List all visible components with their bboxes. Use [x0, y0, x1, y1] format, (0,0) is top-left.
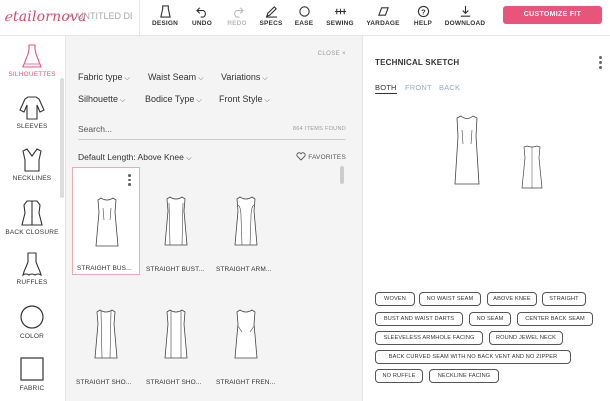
- chevron-down-icon: ⌵: [264, 97, 270, 104]
- pencil-icon: [258, 3, 284, 20]
- divider: [139, 0, 140, 36]
- dress-thumbnail: [234, 309, 258, 359]
- dress-thumbnail: [164, 309, 188, 359]
- silhouette-card[interactable]: STRAIGHT BUS...: [72, 167, 140, 275]
- dress-thumbnail: [234, 196, 258, 246]
- dress-thumbnail: [95, 197, 119, 247]
- help-icon: ?: [411, 3, 435, 20]
- redo-icon: [224, 3, 250, 20]
- back-closure-icon: [21, 200, 43, 226]
- sleeve-icon: [19, 96, 45, 120]
- sketch-title: TECHNICAL SKETCH: [375, 58, 460, 67]
- search-row: 864 ITEMS FOUND: [78, 124, 346, 140]
- silhouette-icon: [22, 44, 42, 68]
- chevron-down-icon: ⌵: [198, 75, 204, 82]
- top-bar: ℯtailornova > UNTITLED DES DESIGN UNDO R…: [0, 0, 610, 36]
- front-sketch: [454, 115, 480, 185]
- logo-swirl-icon: ℯ: [4, 10, 12, 25]
- category-ruffles[interactable]: RUFFLES: [0, 252, 64, 286]
- chevron-down-icon: ⌵: [186, 155, 192, 162]
- undo-button[interactable]: UNDO: [189, 3, 215, 27]
- category-necklines[interactable]: NECKLINES: [0, 148, 64, 182]
- back-sketch: [521, 145, 543, 189]
- tab-front[interactable]: FRONT: [405, 83, 432, 92]
- help-button[interactable]: ? HELP: [411, 3, 435, 27]
- filter-silhouette[interactable]: Silhouette ⌵: [78, 94, 125, 105]
- sewing-icon: [325, 3, 355, 20]
- spec-tag: STRAIGHT: [542, 292, 586, 306]
- library-scrollbar[interactable]: [340, 166, 344, 184]
- technical-sketch-panel: TECHNICAL SKETCH BOTH FRONT BACK WOVEN N…: [362, 36, 610, 401]
- chevron-down-icon: ⌵: [196, 97, 202, 104]
- neckline-icon: [22, 148, 42, 172]
- fabric-square-icon: [20, 357, 44, 381]
- spec-tag: SLEEVELESS ARMHOLE FACING: [375, 331, 483, 345]
- spec-tag: NECKLINE FACING: [429, 369, 499, 383]
- spec-tag: WOVEN: [375, 292, 415, 306]
- yardage-button[interactable]: YARDAGE: [366, 3, 400, 27]
- specs-button[interactable]: SPECS: [258, 3, 284, 27]
- document-title[interactable]: UNTITLED DES: [77, 11, 132, 21]
- filter-bodice-type[interactable]: Bodice Type ⌵: [145, 94, 202, 105]
- color-circle-icon: [20, 305, 44, 329]
- undo-icon: [189, 3, 215, 20]
- rail-scrollbar[interactable]: [60, 78, 64, 198]
- svg-text:?: ?: [421, 7, 426, 16]
- tab-back[interactable]: BACK: [439, 83, 460, 92]
- download-button[interactable]: DOWNLOAD: [444, 3, 486, 27]
- heart-icon: [296, 152, 306, 161]
- sewing-button[interactable]: SEWING: [325, 3, 355, 27]
- spec-tag: ROUND JEWEL NECK: [489, 331, 563, 345]
- spec-tag: NO WAIST SEAM: [419, 292, 481, 306]
- download-icon: [444, 3, 486, 20]
- close-button[interactable]: CLOSE ×: [318, 51, 346, 57]
- category-fabric[interactable]: FABRIC: [0, 356, 64, 392]
- default-length-dropdown[interactable]: Default Length: Above Knee ⌵: [78, 152, 192, 163]
- filter-variations[interactable]: Variations ⌵: [221, 72, 268, 83]
- more-options-icon[interactable]: [599, 56, 602, 71]
- category-color[interactable]: COLOR: [0, 304, 64, 340]
- design-button[interactable]: DESIGN: [150, 3, 180, 27]
- breadcrumb-separator: >: [65, 9, 73, 23]
- silhouette-card[interactable]: STRAIGHT SHO...: [142, 280, 210, 388]
- category-rail: SILHOUETTES SLEEVES NECKLINES BACK CLOSU…: [0, 36, 66, 401]
- category-silhouettes[interactable]: SILHOUETTES: [0, 44, 64, 78]
- library-panel: CLOSE × Fabric type ⌵ Waist Seam ⌵ Variati…: [66, 36, 362, 401]
- spec-tag: NO SEAM: [469, 312, 511, 326]
- items-found-count: 864 ITEMS FOUND: [292, 126, 346, 132]
- spec-tag: BUST AND WAIST DARTS: [375, 312, 463, 326]
- silhouette-card[interactable]: STRAIGHT BUST...: [142, 167, 210, 275]
- silhouette-card[interactable]: STRAIGHT SHO...: [72, 280, 140, 388]
- chevron-down-icon: ⌵: [120, 97, 126, 104]
- fabric-icon: [366, 3, 400, 20]
- ease-button[interactable]: EASE: [292, 3, 316, 27]
- category-back-closure[interactable]: BACK CLOSURE: [0, 200, 64, 236]
- dress-thumbnail: [94, 309, 118, 359]
- filter-fabric-type[interactable]: Fabric type ⌵: [78, 72, 130, 83]
- circle-icon: [292, 3, 316, 20]
- chevron-down-icon: ⌵: [262, 75, 268, 82]
- filter-waist-seam[interactable]: Waist Seam ⌵: [148, 72, 204, 83]
- redo-button[interactable]: REDO: [224, 3, 250, 27]
- dress-thumbnail: [164, 196, 188, 246]
- chevron-down-icon: ⌵: [124, 75, 130, 82]
- tab-both[interactable]: BOTH: [375, 83, 397, 94]
- close-icon: ×: [342, 51, 346, 57]
- spec-tag: CENTER BACK SEAM: [517, 312, 593, 326]
- silhouette-card[interactable]: STRAIGHT FREN...: [212, 280, 280, 388]
- logo-text: tailornova: [12, 9, 87, 25]
- ruffle-icon: [22, 252, 42, 276]
- design-icon: [150, 3, 180, 20]
- spec-tag: ABOVE KNEE: [487, 292, 537, 306]
- spec-tag: BACK CURVED SEAM WITH NO BACK VENT AND N…: [375, 350, 571, 364]
- filter-front-style[interactable]: Front Style ⌵: [219, 94, 270, 105]
- spec-tag: NO RUFFLE: [375, 369, 423, 383]
- search-input[interactable]: [78, 124, 218, 134]
- more-options-icon[interactable]: [128, 174, 131, 188]
- category-sleeves[interactable]: SLEEVES: [0, 96, 64, 130]
- logo[interactable]: ℯtailornova: [4, 9, 87, 25]
- silhouette-card[interactable]: STRAIGHT ARM...: [212, 167, 280, 275]
- customize-fit-button[interactable]: CUSTOMIZE FIT: [503, 6, 602, 24]
- favorites-button[interactable]: FAVORITES: [296, 152, 346, 161]
